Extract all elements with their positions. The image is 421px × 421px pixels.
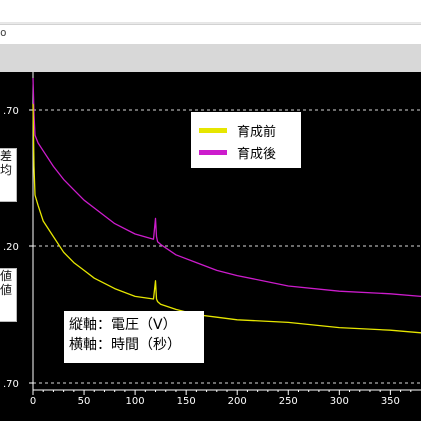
legend-label-after: 育成後 (237, 147, 277, 162)
legend-label-before: 育成前 (237, 125, 277, 140)
axis-note: 縦軸：電圧（V） 横軸：時間（秒） (64, 311, 204, 363)
side-note-bottom-text: 値 値 (0, 269, 13, 297)
x-tick-label: 300 (330, 396, 349, 407)
legend-swatch-before (199, 128, 227, 133)
address-text: o (0, 26, 7, 39)
window-frame (0, 44, 421, 72)
x-tick-label: 350 (381, 396, 400, 407)
legend-item-before: 育成前 (191, 120, 301, 140)
address-bar[interactable]: o (0, 24, 421, 45)
side-note-top: 差 均 (0, 148, 17, 202)
x-tick-label: 200 (228, 396, 247, 407)
axis-note-vertical: 縦軸：電圧（V） (69, 317, 177, 333)
y-tick-label: .70 (3, 379, 19, 390)
x-tick-label: 250 (279, 396, 298, 407)
x-tick-label: 0 (30, 396, 36, 407)
legend-item-after: 育成後 (191, 142, 301, 162)
chart-legend: 育成前 育成後 (191, 112, 301, 168)
x-tick-label: 150 (177, 396, 196, 407)
y-tick-label: .70 (3, 106, 19, 117)
side-note-top-text: 差 均 (0, 149, 13, 177)
side-note-bottom: 値 値 (0, 268, 17, 322)
series-line (32, 77, 421, 298)
legend-swatch-after (199, 150, 227, 155)
window-titlebar (0, 0, 421, 23)
x-tick-label: 100 (126, 396, 145, 407)
axis-note-horizontal: 横軸：時間（秒） (69, 337, 181, 353)
x-tick-label: 50 (78, 396, 91, 407)
y-tick-label: .20 (3, 242, 19, 253)
